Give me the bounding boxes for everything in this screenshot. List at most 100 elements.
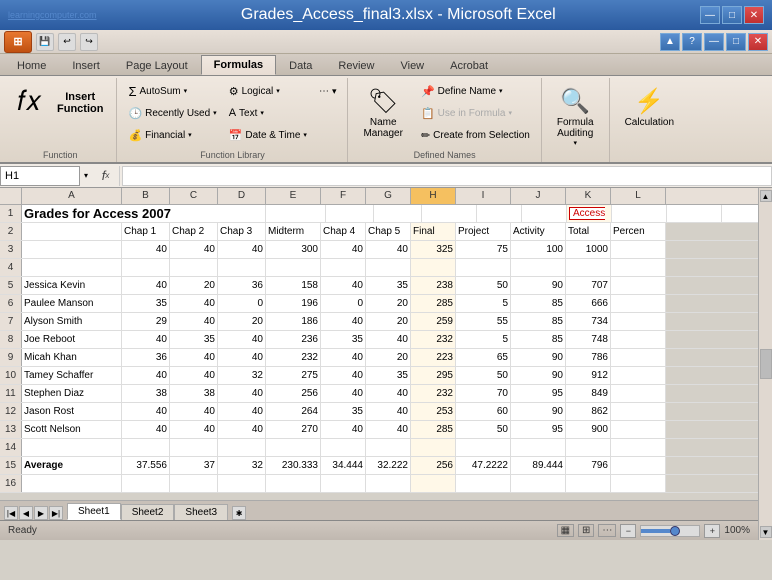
cell-I10[interactable]: 50 [456,367,511,384]
sheet-insert-button[interactable]: ✱ [232,506,246,520]
cell-J3[interactable]: 100 [511,241,566,258]
cell-L10[interactable] [611,367,666,384]
cell-D2[interactable]: Chap 3 [218,223,266,240]
cell-B5[interactable]: 40 [122,277,170,294]
cell-F15[interactable]: 34.444 [321,457,366,474]
cell-K5[interactable]: 707 [566,277,611,294]
cell-D1[interactable] [374,205,422,222]
cell-F8[interactable]: 35 [321,331,366,348]
cell-B8[interactable]: 40 [122,331,170,348]
cell-H3[interactable]: 325 [411,241,456,258]
cell-E9[interactable]: 232 [266,349,321,366]
date-time-button[interactable]: 📅 Date & Time ▾ [224,124,312,146]
cell-E10[interactable]: 275 [266,367,321,384]
cell-K13[interactable]: 900 [566,421,611,438]
cell-H10[interactable]: 295 [411,367,456,384]
sheet-tab-sheet3[interactable]: Sheet3 [174,504,228,520]
name-box-dropdown[interactable]: ▾ [82,171,90,180]
cell-H4[interactable] [411,259,456,276]
cell-A8[interactable]: Joe Reboot [22,331,122,348]
cell-D8[interactable]: 40 [218,331,266,348]
cell-F2[interactable]: Chap 4 [321,223,366,240]
cell-L9[interactable] [611,349,666,366]
cell-E8[interactable]: 236 [266,331,321,348]
calculation-button[interactable]: ⚡ Calculation [616,80,683,133]
maximize-button[interactable]: □ [722,6,742,24]
cell-E7[interactable]: 186 [266,313,321,330]
cell-E14[interactable] [266,439,321,456]
cell-B2[interactable]: Chap 1 [122,223,170,240]
sheet-tab-sheet1[interactable]: Sheet1 [67,503,121,520]
cell-G9[interactable]: 20 [366,349,411,366]
cell-A4[interactable] [22,259,122,276]
ribbon-minimize-button[interactable]: ▲ [660,33,680,51]
cell-K7[interactable]: 734 [566,313,611,330]
cell-A16[interactable] [22,475,122,492]
cell-K8[interactable]: 748 [566,331,611,348]
cell-F6[interactable]: 0 [321,295,366,312]
autosum-button[interactable]: Σ AutoSum ▾ [123,80,221,102]
app-close-button[interactable]: ✕ [748,33,768,51]
cell-F3[interactable]: 40 [321,241,366,258]
cell-B7[interactable]: 29 [122,313,170,330]
cell-J1[interactable] [667,205,722,222]
cell-G15[interactable]: 32.222 [366,457,411,474]
cell-F12[interactable]: 35 [321,403,366,420]
help-button[interactable]: ? [682,33,702,51]
cell-F1[interactable] [477,205,522,222]
cell-I5[interactable]: 50 [456,277,511,294]
cell-G4[interactable] [366,259,411,276]
cell-D12[interactable]: 40 [218,403,266,420]
cell-K10[interactable]: 912 [566,367,611,384]
cell-I1[interactable] [612,205,667,222]
formula-auditing-button[interactable]: 🔍 FormulaAuditing ▾ [548,80,603,152]
cell-F5[interactable]: 40 [321,277,366,294]
cell-H7[interactable]: 259 [411,313,456,330]
cell-G7[interactable]: 20 [366,313,411,330]
cell-E4[interactable] [266,259,321,276]
recently-used-button[interactable]: 🕒 Recently Used ▾ [123,102,221,124]
col-header-C[interactable]: C [170,188,218,204]
cell-C13[interactable]: 40 [170,421,218,438]
cell-H6[interactable]: 285 [411,295,456,312]
cell-B6[interactable]: 35 [122,295,170,312]
cell-B14[interactable] [122,439,170,456]
tab-data[interactable]: Data [276,56,325,75]
logical-button[interactable]: ⚙ Logical ▾ [224,80,312,102]
cell-J2[interactable]: Activity [511,223,566,240]
save-qat-button[interactable]: 💾 [36,33,54,51]
cell-K9[interactable]: 786 [566,349,611,366]
col-header-L[interactable]: L [611,188,666,204]
cell-C4[interactable] [170,259,218,276]
col-header-J[interactable]: J [511,188,566,204]
cell-L2[interactable]: Percen [611,223,666,240]
cell-J6[interactable]: 85 [511,295,566,312]
cell-C7[interactable]: 40 [170,313,218,330]
sheet-nav-first[interactable]: |◀ [4,506,18,520]
cell-C3[interactable]: 40 [170,241,218,258]
close-button[interactable]: ✕ [744,6,764,24]
cell-H1[interactable]: Access Grades [567,205,612,222]
define-name-button[interactable]: 📌 Define Name ▾ [416,80,535,102]
cell-C10[interactable]: 40 [170,367,218,384]
undo-qat-button[interactable]: ↩ [58,33,76,51]
col-header-D[interactable]: D [218,188,266,204]
cell-D16[interactable] [218,475,266,492]
cell-G6[interactable]: 20 [366,295,411,312]
cell-H5[interactable]: 238 [411,277,456,294]
cell-I16[interactable] [456,475,511,492]
cell-A5[interactable]: Jessica Kevin [22,277,122,294]
cell-J13[interactable]: 95 [511,421,566,438]
cell-L8[interactable] [611,331,666,348]
cell-H13[interactable]: 285 [411,421,456,438]
app-restore-button[interactable]: □ [726,33,746,51]
cell-C5[interactable]: 20 [170,277,218,294]
office-button[interactable]: ⊞ [4,31,32,53]
use-in-formula-button[interactable]: 📋 Use in Formula ▾ [416,102,535,124]
name-manager-button[interactable]: 🏷 NameManager [354,80,411,144]
cell-A7[interactable]: Alyson Smith [22,313,122,330]
cell-I11[interactable]: 70 [456,385,511,402]
cell-B13[interactable]: 40 [122,421,170,438]
cell-H9[interactable]: 223 [411,349,456,366]
cell-D3[interactable]: 40 [218,241,266,258]
